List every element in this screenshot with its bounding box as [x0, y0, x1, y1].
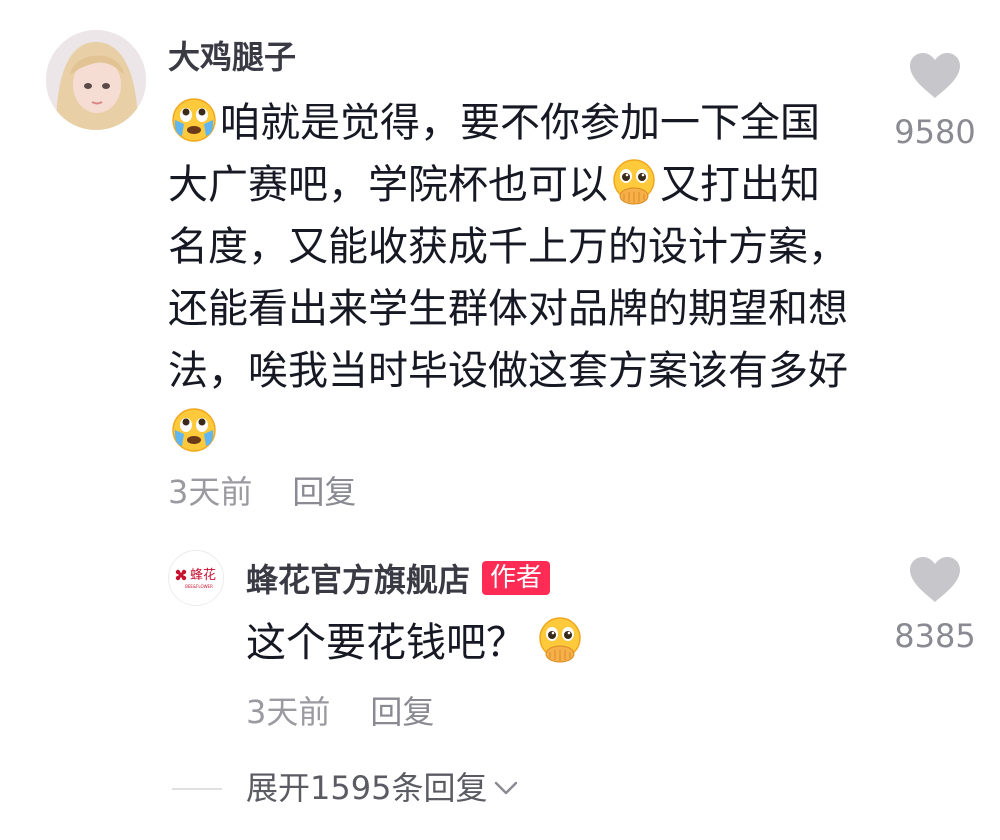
expand-divider [172, 788, 222, 790]
reply-meta: 3天前 回复 [246, 690, 434, 734]
chevron-down-icon [495, 781, 518, 795]
brand-logo-image: 蜂花 BEE&FLOWER [170, 552, 223, 605]
pleading-hand-over-mouth-emoji [613, 159, 655, 205]
crying-face-emoji [172, 98, 216, 142]
reply-like-count: 8385 [894, 617, 976, 655]
reply-username[interactable]: 蜂花官方旗舰店 [246, 555, 470, 601]
reply-like-button[interactable]: 8385 [885, 556, 985, 656]
reply-reply-button[interactable]: 回复 [370, 693, 434, 731]
comment-like-button[interactable]: 9580 [885, 52, 985, 152]
expand-replies-button[interactable]: 展开1595条回复 [246, 766, 519, 810]
crying-face-emoji [172, 408, 216, 452]
author-badge: 作者 [482, 561, 551, 595]
comment-thread: 大鸡腿子 咱就是觉得，要不你参加一下全国大广赛吧，学院杯也可以 又打出知名度，又… [0, 0, 1000, 840]
reply-time: 3天前 [246, 693, 331, 731]
heart-icon [910, 557, 960, 602]
reply-header: 蜂花官方旗舰店 作者 [246, 555, 551, 601]
reply-text: 这个要花钱吧？ [246, 614, 586, 672]
comment-like-count: 9580 [894, 113, 976, 151]
svg-text:BEE&FLOWER: BEE&FLOWER [185, 584, 213, 589]
comment-text: 咱就是觉得，要不你参加一下全国大广赛吧，学院杯也可以 又打出知名度，又能收获成千… [168, 92, 858, 464]
heart-icon [910, 53, 960, 98]
expand-replies-label: 展开1595条回复 [246, 769, 488, 807]
brand-avatar[interactable]: 蜂花 BEE&FLOWER [168, 550, 224, 606]
reply-button[interactable]: 回复 [292, 473, 356, 511]
comment-username[interactable]: 大鸡腿子 [168, 34, 296, 80]
user-avatar[interactable] [46, 30, 146, 130]
svg-text:蜂花: 蜂花 [190, 567, 216, 583]
comment-meta: 3天前 回复 [168, 470, 356, 514]
avatar-portrait-image [46, 30, 146, 130]
reply-text-content: 这个要花钱吧？ [246, 620, 526, 666]
comment-time: 3天前 [168, 473, 253, 511]
pleading-hand-over-mouth-emoji [539, 617, 581, 663]
